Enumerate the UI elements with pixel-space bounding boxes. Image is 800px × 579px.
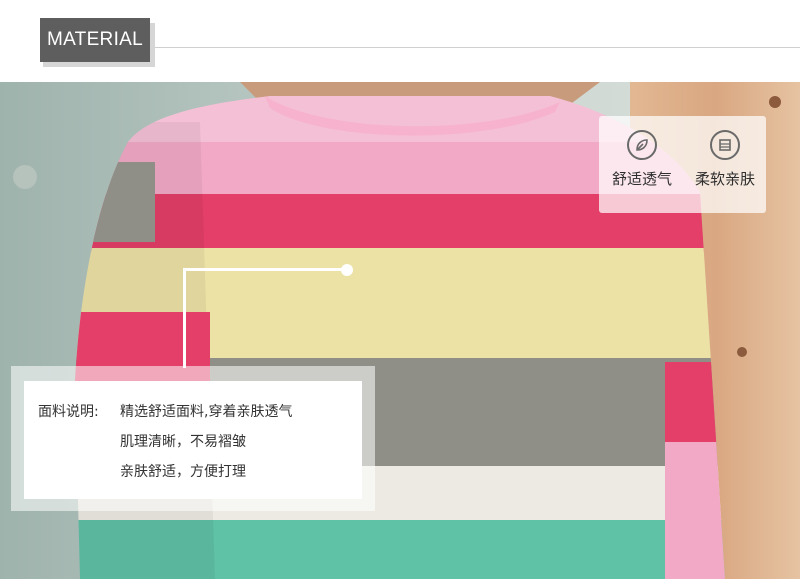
- feature-breathable: 舒适透气: [602, 130, 682, 189]
- material-badge: MATERIAL: [40, 18, 150, 62]
- header-bar: MATERIAL: [0, 0, 800, 82]
- callout-dot: [341, 264, 353, 276]
- description-box: 面料说明: 精选舒适面料,穿着亲肤透气 肌理清晰，不易褶皱 亲肤舒适，方便打理: [24, 381, 362, 499]
- description-line: 精选舒适面料,穿着亲肤透气: [120, 404, 293, 420]
- description-label: 面料说明:: [38, 404, 99, 420]
- leaf-icon: [627, 130, 657, 160]
- description-line: 肌理清晰，不易褶皱: [120, 434, 246, 450]
- header-divider: [152, 47, 800, 48]
- feature-label: 柔软亲肤: [694, 170, 755, 188]
- description-line: 亲肤舒适，方便打理: [120, 464, 246, 480]
- feature-label: 舒适透气: [611, 170, 672, 188]
- fabric-icon: [710, 130, 740, 160]
- callout-line: [183, 268, 186, 368]
- feature-soft: 柔软亲肤: [685, 130, 765, 189]
- callout-line: [183, 268, 347, 271]
- feature-panel: 舒适透气 柔软亲肤: [599, 116, 766, 213]
